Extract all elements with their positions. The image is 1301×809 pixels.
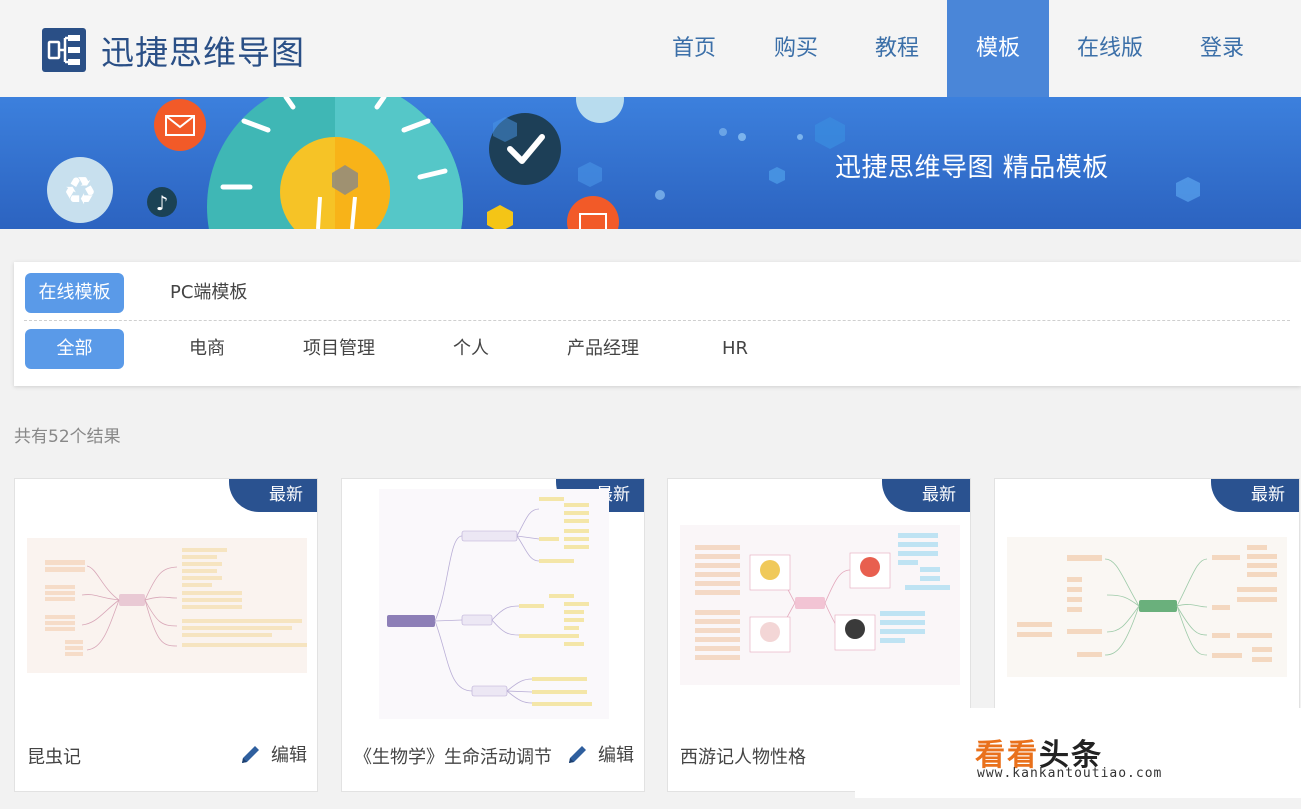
- new-badge: 最新: [229, 479, 317, 512]
- template-card[interactable]: 最新 昆虫记 编辑: [14, 478, 318, 792]
- card-title[interactable]: 《生物学》生命活动调节: [354, 743, 552, 769]
- tab-pc-templates[interactable]: PC端模板: [170, 273, 247, 313]
- mindmap-thumbnail: [1007, 537, 1287, 677]
- pencil-icon: [242, 746, 259, 763]
- filter-divider: [24, 320, 1290, 321]
- pencil-icon: [569, 746, 586, 763]
- edit-label: 编辑: [598, 745, 634, 766]
- mindmap-thumbnail: [680, 525, 960, 685]
- nav-buy[interactable]: 购买: [746, 0, 846, 97]
- watermark-overlay: 看看头条 www.kankantoutiao.com: [855, 708, 1301, 798]
- card-title[interactable]: 昆虫记: [27, 743, 81, 769]
- svg-text:♪: ♪: [156, 191, 169, 215]
- mindmap-logo-icon[interactable]: [42, 28, 86, 72]
- category-product-manager[interactable]: 产品经理: [567, 329, 639, 369]
- template-card[interactable]: 最新 《生物学》生命活动调节 编辑: [341, 478, 645, 792]
- category-hr[interactable]: HR: [722, 329, 748, 369]
- edit-button[interactable]: 编辑: [566, 741, 634, 767]
- mindmap-thumbnail: [379, 489, 609, 719]
- site-header: 迅捷思维导图 首页 购买 教程 模板 在线版 登录: [0, 0, 1301, 97]
- edit-label: 编辑: [271, 745, 307, 766]
- card-title[interactable]: 西游记人物性格: [680, 743, 806, 769]
- template-banner: ♻ ♪ 迅捷思维导图 精品模板: [0, 97, 1301, 229]
- nav-online[interactable]: 在线版: [1052, 0, 1168, 97]
- edit-button[interactable]: 编辑: [239, 741, 307, 767]
- category-all[interactable]: 全部: [25, 329, 124, 369]
- mindmap-thumbnail: [27, 538, 307, 673]
- new-badge: 最新: [1211, 479, 1299, 512]
- tab-online-templates[interactable]: 在线模板: [25, 273, 124, 313]
- nav-templates[interactable]: 模板: [947, 0, 1049, 97]
- category-personal[interactable]: 个人: [453, 329, 489, 369]
- watermark-url: www.kankantoutiao.com: [977, 766, 1163, 781]
- nav-tutorial[interactable]: 教程: [847, 0, 947, 97]
- result-count: 共有52个结果: [14, 427, 121, 447]
- site-logo-text[interactable]: 迅捷思维导图: [101, 26, 305, 74]
- category-ecommerce[interactable]: 电商: [189, 329, 225, 369]
- category-project-management[interactable]: 项目管理: [303, 329, 375, 369]
- nav-login[interactable]: 登录: [1172, 0, 1272, 97]
- nav-home[interactable]: 首页: [645, 0, 743, 97]
- template-filter-panel: 在线模板 PC端模板 全部 电商 项目管理 个人 产品经理 HR: [14, 262, 1301, 386]
- new-badge: 最新: [882, 479, 970, 512]
- banner-title: 迅捷思维导图 精品模板: [835, 153, 1109, 183]
- svg-text:♻: ♻: [63, 169, 97, 213]
